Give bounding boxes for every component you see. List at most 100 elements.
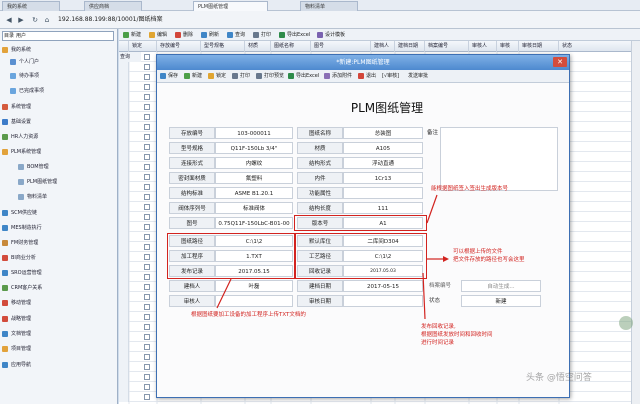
sidebar-item-scm[interactable]: SCM供应链 <box>2 208 37 218</box>
dialog-lock-button[interactable]: 锁定 <box>208 71 226 81</box>
row-checkbox[interactable] <box>144 334 150 340</box>
row-checkbox[interactable] <box>144 144 150 150</box>
dialog-send-approval-button[interactable]: 发送审批 <box>408 71 428 81</box>
grid-header-create-date[interactable]: 建档日期 <box>395 41 425 52</box>
row-checkbox[interactable] <box>144 234 150 240</box>
row-checkbox[interactable] <box>144 344 150 350</box>
dialog-save-button[interactable]: 保存 <box>160 71 178 81</box>
grid-header-creator[interactable]: 建档人 <box>371 41 395 52</box>
row-checkbox[interactable] <box>144 184 150 190</box>
design-template-button[interactable]: 设计模板 <box>317 30 345 40</box>
grid-header-model[interactable]: 型号规格 <box>201 41 245 52</box>
tab-bom[interactable]: 物料清单 <box>300 1 358 11</box>
dialog-exit-button[interactable]: 退出 <box>358 71 376 81</box>
new-button[interactable]: 新建 <box>123 30 141 40</box>
grid-header-storage-no[interactable]: 存放编号 <box>157 41 201 52</box>
sidebar-search[interactable]: 目录 用户 <box>2 31 114 41</box>
sidebar-item-app-nav[interactable]: 应用导航 <box>2 360 31 370</box>
export-excel-button[interactable]: 导出Excel <box>279 30 310 40</box>
grid-scrollbar[interactable] <box>631 41 640 404</box>
row-checkbox[interactable] <box>144 124 150 130</box>
sidebar-item-crm[interactable]: CRM客户关系 <box>2 283 42 293</box>
row-checkbox[interactable] <box>144 324 150 330</box>
forward-arrow-icon[interactable]: ▶ <box>16 15 26 25</box>
sidebar-item-hr[interactable]: HR人力资源 <box>2 132 38 142</box>
row-checkbox[interactable] <box>144 264 150 270</box>
sidebar-item-document[interactable]: 文档管理 <box>2 329 31 339</box>
sidebar-item-fm[interactable]: FM财务管理 <box>2 238 38 248</box>
print-button[interactable]: 打印 <box>253 30 271 40</box>
row-checkbox[interactable] <box>144 244 150 250</box>
row-checkbox[interactable] <box>144 94 150 100</box>
row-checkbox[interactable] <box>144 194 150 200</box>
sidebar-item-mes[interactable]: MES制造执行 <box>2 223 42 233</box>
sidebar-item-plm-drawing[interactable]: PLM图纸管理 <box>18 177 57 187</box>
row-checkbox[interactable] <box>144 84 150 90</box>
dialog-print-button[interactable]: 打印 <box>232 71 250 81</box>
row-checkbox[interactable] <box>144 314 150 320</box>
row-checkbox[interactable] <box>144 224 150 230</box>
row-checkbox[interactable] <box>144 214 150 220</box>
row-checkbox[interactable] <box>144 114 150 120</box>
row-checkbox[interactable] <box>144 254 150 260</box>
row-checkbox[interactable] <box>144 374 150 380</box>
dialog-attach-button[interactable]: 添加附件 <box>324 71 352 81</box>
row-checkbox[interactable] <box>144 74 150 80</box>
refresh-button[interactable]: 刷新 <box>201 30 219 40</box>
sidebar-item-project[interactable]: 项目管理 <box>2 344 31 354</box>
row-checkbox[interactable] <box>144 204 150 210</box>
dialog-print-preview-button[interactable]: 打印预览 <box>256 71 284 81</box>
grid-header-material[interactable]: 材质 <box>245 41 271 52</box>
sidebar-item-base-settings[interactable]: 基础设置 <box>2 117 31 127</box>
grid-header-drawing-name[interactable]: 图纸名称 <box>271 41 311 52</box>
row-checkbox[interactable] <box>144 304 150 310</box>
grid-header-archive-no[interactable]: 档案编号 <box>425 41 469 52</box>
row-checkbox[interactable] <box>144 64 150 70</box>
sidebar-item-system-admin[interactable]: 系统管理 <box>2 102 31 112</box>
dialog-approve-button[interactable]: [√审核] <box>382 71 399 81</box>
row-checkbox[interactable] <box>144 104 150 110</box>
delete-button[interactable]: 删除 <box>175 30 193 40</box>
row-checkbox[interactable] <box>144 274 150 280</box>
sidebar-item-bom[interactable]: 物料清单 <box>18 192 47 202</box>
sidebar-item-plm[interactable]: PLM系统管理 <box>2 147 41 157</box>
dialog-new-button[interactable]: 新建 <box>184 71 202 81</box>
row-checkbox[interactable] <box>144 174 150 180</box>
row-checkbox[interactable] <box>144 54 150 60</box>
row-checkbox[interactable] <box>144 134 150 140</box>
grid-header-status[interactable]: 状态 <box>559 41 640 52</box>
grid-header-lock[interactable]: 锁定 <box>129 41 157 52</box>
row-checkbox[interactable] <box>144 364 150 370</box>
grid-header-drawing-no[interactable]: 图号 <box>311 41 371 52</box>
sidebar-item-bi[interactable]: BI商业分析 <box>2 253 36 263</box>
back-arrow-icon[interactable]: ◀ <box>4 15 14 25</box>
sidebar-search-input[interactable]: 用户 <box>16 32 26 40</box>
close-icon[interactable]: ✕ <box>553 57 567 67</box>
query-button[interactable]: 查询 <box>227 30 245 40</box>
home-icon[interactable]: ⌂ <box>42 15 52 25</box>
query-row-label[interactable]: 查询 <box>119 52 141 62</box>
edit-button[interactable]: 编辑 <box>149 30 167 40</box>
sidebar-item-bom-mgmt[interactable]: BOM管理 <box>18 162 49 172</box>
row-checkbox[interactable] <box>144 354 150 360</box>
sidebar-item-done[interactable]: 已完成事项 <box>10 86 44 96</box>
refresh-icon[interactable]: ↻ <box>30 15 40 25</box>
row-checkbox[interactable] <box>144 294 150 300</box>
sidebar-item-my-system[interactable]: 我的系统 <box>2 45 31 55</box>
row-checkbox[interactable] <box>144 154 150 160</box>
sidebar-item-sro[interactable]: SRO运营管理 <box>2 268 42 278</box>
tab-plm-drawing[interactable]: PLM图纸管理 <box>193 1 268 11</box>
sidebar-item-todo[interactable]: 待办事项 <box>10 71 39 81</box>
url-text[interactable]: 192.168.88.199:88/10001/图纸档案 <box>58 15 163 25</box>
row-checkbox[interactable] <box>144 384 150 390</box>
sidebar-item-portal[interactable]: 个人门户 <box>10 57 39 67</box>
dialog-export-excel-button[interactable]: 导出Excel <box>288 71 319 81</box>
grid-header-reviewer[interactable]: 审核人 <box>469 41 497 52</box>
row-checkbox[interactable] <box>144 164 150 170</box>
sidebar-item-strategy[interactable]: 战略管理 <box>2 314 31 324</box>
row-checkbox[interactable] <box>144 394 150 400</box>
tab-supplier[interactable]: 供应商档 <box>84 1 142 11</box>
grid-header-review-date[interactable]: 审核日期 <box>519 41 559 52</box>
row-checkbox[interactable] <box>144 284 150 290</box>
grid-header-review[interactable]: 审核 <box>497 41 519 52</box>
